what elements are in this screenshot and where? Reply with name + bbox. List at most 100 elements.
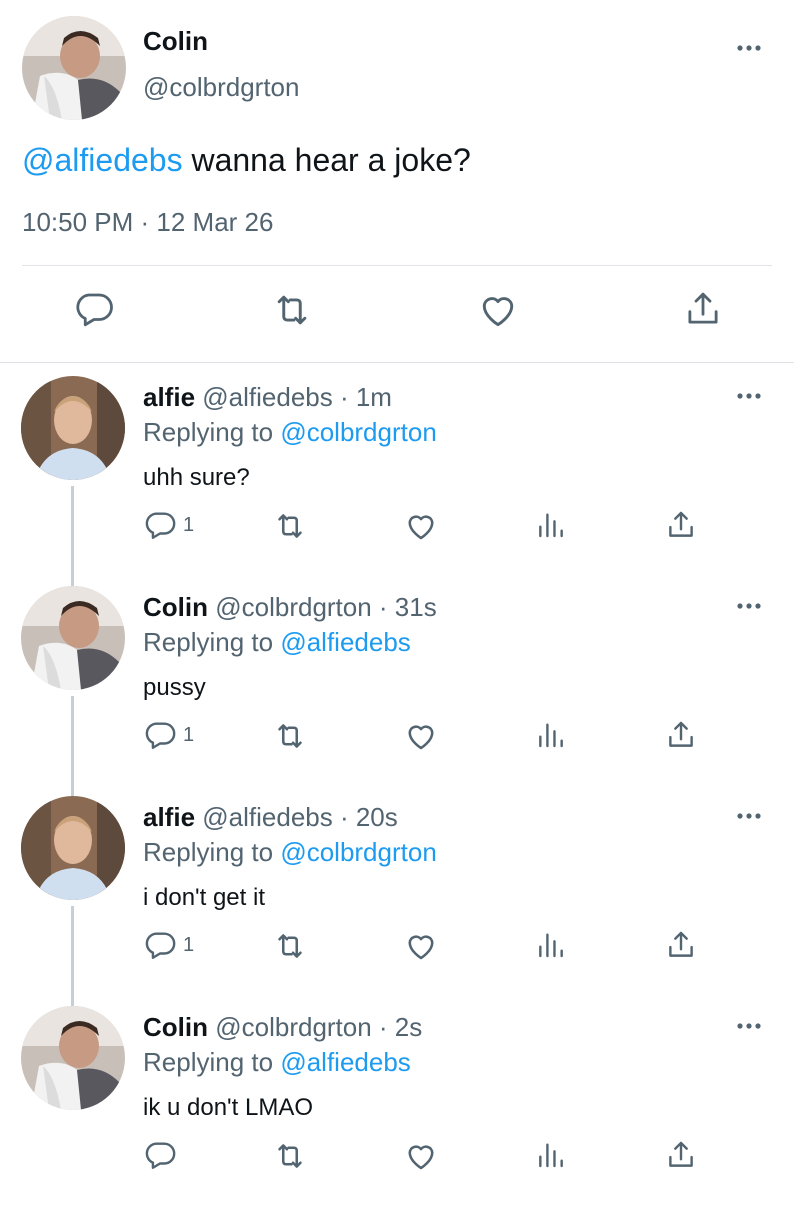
author-handle[interactable]: @colbrdgrton bbox=[143, 72, 299, 103]
reply-author-handle[interactable]: @alfiedebs · 20s bbox=[202, 802, 398, 832]
avatar[interactable] bbox=[21, 376, 125, 480]
reply-author-handle[interactable]: @colbrdgrton · 31s bbox=[215, 592, 437, 622]
more-icon[interactable] bbox=[734, 38, 764, 58]
reply-tweet[interactable]: alfie @alfiedebs · 1m Replying to @colbr… bbox=[0, 376, 794, 586]
avatar-colin-image bbox=[22, 16, 126, 120]
replying-to: Replying to @colbrdgrton bbox=[143, 417, 437, 448]
like-icon bbox=[408, 515, 434, 540]
reply-header: Colin @colbrdgrton · 31s bbox=[143, 592, 437, 623]
reply-header: Colin @colbrdgrton · 2s bbox=[143, 1012, 422, 1043]
replying-to-mention[interactable]: @alfiedebs bbox=[280, 1047, 410, 1077]
reply-tweet[interactable]: Colin @colbrdgrton · 31s Replying to @al… bbox=[0, 586, 794, 796]
reply-button[interactable]: 1 bbox=[143, 718, 194, 752]
reply-text: i don't get it bbox=[143, 884, 265, 911]
reply-icon bbox=[145, 1142, 176, 1169]
avatar-alfie-image bbox=[21, 376, 125, 480]
author-name[interactable]: Colin bbox=[143, 26, 208, 57]
reply-icon bbox=[145, 722, 176, 749]
reply-author-name[interactable]: alfie bbox=[143, 382, 195, 412]
retweet-icon bbox=[278, 514, 302, 538]
share-icon bbox=[669, 1141, 693, 1167]
share-button[interactable] bbox=[682, 288, 724, 330]
replying-to-label: Replying to bbox=[143, 837, 281, 867]
share-icon bbox=[669, 931, 693, 957]
reply-button[interactable] bbox=[73, 288, 115, 330]
replying-to-mention[interactable]: @alfiedebs bbox=[280, 627, 410, 657]
reply-author-handle[interactable]: @colbrdgrton · 2s bbox=[215, 1012, 422, 1042]
reply-count: 1 bbox=[183, 513, 195, 536]
reply-author-name[interactable]: Colin bbox=[143, 592, 208, 622]
like-button[interactable] bbox=[403, 1138, 439, 1174]
main-action-bar bbox=[0, 288, 794, 342]
tweet-body: wanna hear a joke? bbox=[182, 142, 471, 178]
reply-author-name[interactable]: alfie bbox=[143, 802, 195, 832]
retweet-icon bbox=[278, 724, 302, 748]
like-button[interactable] bbox=[403, 508, 439, 544]
tweet-mention[interactable]: @alfiedebs bbox=[22, 142, 183, 178]
analytics-button[interactable] bbox=[535, 508, 567, 540]
analytics-icon bbox=[539, 513, 563, 538]
retweet-icon bbox=[277, 295, 307, 325]
retweet-icon bbox=[278, 1144, 302, 1168]
retweet-button[interactable] bbox=[272, 1138, 308, 1174]
reply-icon bbox=[76, 293, 113, 327]
more-icon[interactable] bbox=[734, 596, 764, 616]
share-icon bbox=[669, 721, 693, 747]
avatar[interactable] bbox=[21, 1006, 125, 1110]
retweet-button[interactable] bbox=[272, 508, 308, 544]
analytics-button[interactable] bbox=[535, 1138, 567, 1170]
reply-button[interactable]: 1 bbox=[143, 928, 194, 962]
replying-to-label: Replying to bbox=[143, 1047, 281, 1077]
replying-to-mention[interactable]: @colbrdgrton bbox=[280, 837, 436, 867]
reply-author-name[interactable]: Colin bbox=[143, 1012, 208, 1042]
reply-text: uhh sure? bbox=[143, 464, 250, 491]
replying-to: Replying to @colbrdgrton bbox=[143, 837, 437, 868]
like-icon bbox=[408, 1145, 434, 1170]
analytics-icon bbox=[539, 723, 563, 748]
replying-to-label: Replying to bbox=[143, 627, 281, 657]
avatar[interactable] bbox=[21, 796, 125, 900]
reply-header: alfie @alfiedebs · 1m bbox=[143, 382, 392, 413]
share-icon bbox=[688, 292, 718, 324]
avatar-colin-image bbox=[21, 586, 125, 690]
author-avatar[interactable] bbox=[22, 16, 126, 120]
reply-icon bbox=[145, 932, 176, 959]
reply-author-handle[interactable]: @alfiedebs · 1m bbox=[202, 382, 392, 412]
reply-action-bar: 1 bbox=[0, 508, 794, 552]
retweet-button[interactable] bbox=[272, 718, 308, 754]
avatar-colin-image bbox=[21, 1006, 125, 1110]
replying-to-mention[interactable]: @colbrdgrton bbox=[280, 417, 436, 447]
replying-to: Replying to @alfiedebs bbox=[143, 627, 411, 658]
tweet-timestamp[interactable]: 10:50 PM · 12 Mar 26 bbox=[22, 207, 273, 238]
like-button[interactable] bbox=[403, 928, 439, 964]
like-button[interactable] bbox=[476, 288, 520, 332]
replying-to: Replying to @alfiedebs bbox=[143, 1047, 411, 1078]
share-button[interactable] bbox=[664, 718, 698, 752]
retweet-button[interactable] bbox=[270, 288, 314, 332]
reply-icon bbox=[145, 512, 176, 539]
more-icon[interactable] bbox=[734, 1016, 764, 1036]
analytics-button[interactable] bbox=[535, 928, 567, 960]
reply-tweet[interactable]: alfie @alfiedebs · 20s Replying to @colb… bbox=[0, 796, 794, 1006]
avatar[interactable] bbox=[21, 586, 125, 690]
analytics-icon bbox=[539, 933, 563, 958]
like-button[interactable] bbox=[403, 718, 439, 754]
share-button[interactable] bbox=[664, 928, 698, 962]
share-button[interactable] bbox=[664, 508, 698, 542]
share-icon bbox=[669, 511, 693, 537]
more-icon[interactable] bbox=[734, 386, 764, 406]
analytics-button[interactable] bbox=[535, 718, 567, 750]
like-icon bbox=[408, 725, 434, 750]
reply-button[interactable] bbox=[143, 1138, 183, 1172]
divider bbox=[0, 362, 794, 363]
share-button[interactable] bbox=[664, 1138, 698, 1172]
reply-text: ik u don't LMAO bbox=[143, 1094, 313, 1121]
reply-text: pussy bbox=[143, 674, 206, 701]
tweet-text: @alfiedebs wanna hear a joke? bbox=[22, 142, 471, 179]
reply-button[interactable]: 1 bbox=[143, 508, 194, 542]
divider bbox=[22, 265, 772, 266]
replying-to-label: Replying to bbox=[143, 417, 281, 447]
more-icon[interactable] bbox=[734, 806, 764, 826]
retweet-button[interactable] bbox=[272, 928, 308, 964]
reply-tweet[interactable]: Colin @colbrdgrton · 2s Replying to @alf… bbox=[0, 1006, 794, 1216]
